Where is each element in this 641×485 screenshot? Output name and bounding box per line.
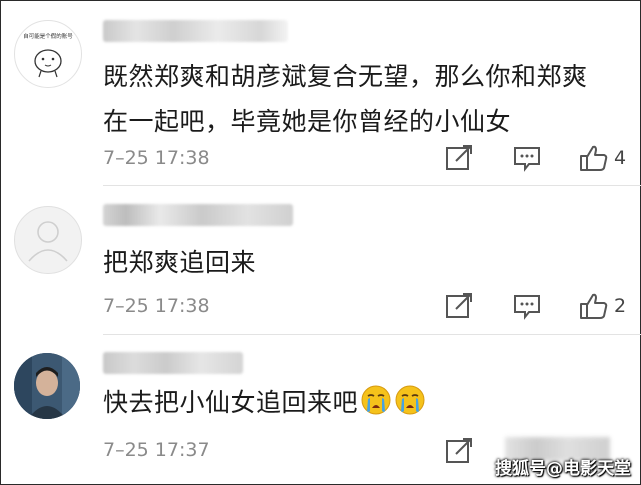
username-blurred[interactable]: [103, 204, 293, 226]
share-icon[interactable]: [443, 142, 475, 174]
comment-time: 7–25 17:38: [103, 147, 210, 169]
like-icon[interactable]: [578, 142, 610, 174]
comment-text: 把郑爽追回来: [103, 240, 256, 285]
comment-item: 把郑爽追回来 7–25 17:38 2: [0, 186, 641, 346]
username-blurred[interactable]: [103, 352, 243, 374]
like-count: 2: [614, 295, 627, 317]
reply-icon[interactable]: [511, 142, 543, 174]
comment-time: 7–25 17:37: [103, 439, 210, 461]
comment-text: 快去把小仙女追回来吧: [103, 380, 426, 425]
watermark: 搜狐号@电影天堂: [495, 459, 631, 479]
reply-icon[interactable]: [511, 290, 543, 322]
like-count: 4: [614, 147, 627, 169]
crying-face-icon: [361, 385, 391, 415]
like-icon[interactable]: [578, 290, 610, 322]
avatar[interactable]: [14, 353, 80, 419]
comment-time: 7–25 17:38: [103, 295, 210, 317]
username-blurred[interactable]: [103, 20, 288, 42]
crying-face-icon: [395, 385, 425, 415]
comment-item: 自可能是个假的账号 既然郑爽和胡彦斌复合无望，那么你和郑爽 在一起吧，毕竟她是你…: [0, 0, 641, 186]
comment-text-line: 快去把小仙女追回来吧: [103, 388, 359, 417]
comment-text: 既然郑爽和胡彦斌复合无望，那么你和郑爽 在一起吧，毕竟她是你曾经的小仙女: [103, 54, 588, 144]
comment-text-line: 在一起吧，毕竟她是你曾经的小仙女: [103, 107, 512, 136]
comment-text-line: 把郑爽追回来: [103, 248, 257, 277]
comment-text-line: 既然郑爽和胡彦斌复合无望，那么你和郑爽: [103, 62, 588, 91]
avatar[interactable]: [14, 206, 82, 274]
share-icon[interactable]: [443, 290, 475, 322]
avatar-caption: 自可能是个假的账号: [23, 32, 73, 40]
share-icon[interactable]: [443, 435, 475, 467]
avatar[interactable]: 自可能是个假的账号: [14, 20, 82, 88]
